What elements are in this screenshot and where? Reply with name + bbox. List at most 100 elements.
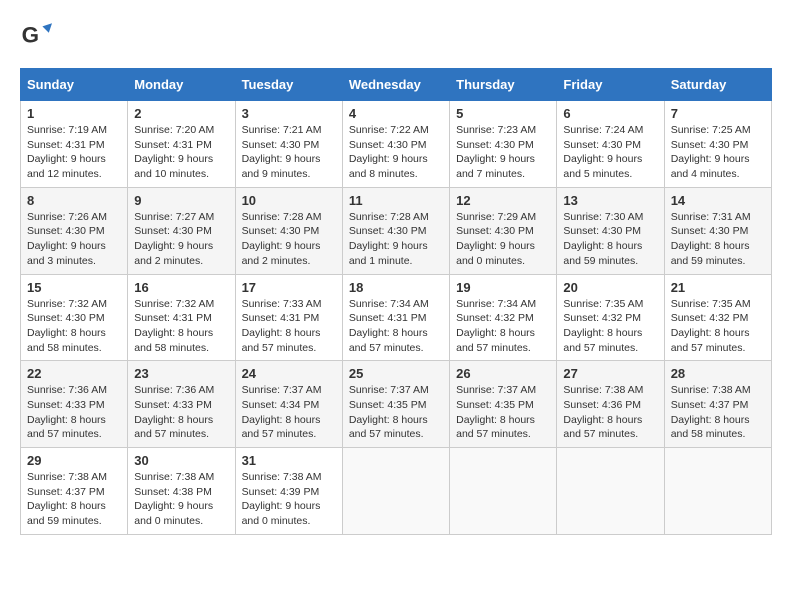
day-number: 9	[134, 193, 228, 208]
day-info: Sunrise: 7:30 AMSunset: 4:30 PMDaylight:…	[563, 211, 643, 267]
day-number: 26	[456, 366, 550, 381]
day-number: 20	[563, 280, 657, 295]
calendar-cell: 5 Sunrise: 7:23 AMSunset: 4:30 PMDayligh…	[450, 101, 557, 188]
day-number: 24	[242, 366, 336, 381]
day-number: 1	[27, 106, 121, 121]
day-number: 7	[671, 106, 765, 121]
day-info: Sunrise: 7:33 AMSunset: 4:31 PMDaylight:…	[242, 298, 322, 354]
day-number: 31	[242, 453, 336, 468]
day-info: Sunrise: 7:36 AMSunset: 4:33 PMDaylight:…	[27, 384, 107, 440]
calendar-cell: 4 Sunrise: 7:22 AMSunset: 4:30 PMDayligh…	[342, 101, 449, 188]
day-number: 17	[242, 280, 336, 295]
calendar: SundayMondayTuesdayWednesdayThursdayFrid…	[20, 68, 772, 535]
day-number: 14	[671, 193, 765, 208]
calendar-cell: 31 Sunrise: 7:38 AMSunset: 4:39 PMDaylig…	[235, 448, 342, 535]
calendar-cell: 17 Sunrise: 7:33 AMSunset: 4:31 PMDaylig…	[235, 274, 342, 361]
header-monday: Monday	[128, 69, 235, 101]
day-number: 3	[242, 106, 336, 121]
day-info: Sunrise: 7:38 AMSunset: 4:38 PMDaylight:…	[134, 471, 214, 527]
day-info: Sunrise: 7:26 AMSunset: 4:30 PMDaylight:…	[27, 211, 107, 267]
calendar-cell: 8 Sunrise: 7:26 AMSunset: 4:30 PMDayligh…	[21, 187, 128, 274]
day-number: 23	[134, 366, 228, 381]
day-info: Sunrise: 7:32 AMSunset: 4:31 PMDaylight:…	[134, 298, 214, 354]
day-info: Sunrise: 7:34 AMSunset: 4:31 PMDaylight:…	[349, 298, 429, 354]
day-info: Sunrise: 7:22 AMSunset: 4:30 PMDaylight:…	[349, 124, 429, 180]
day-number: 29	[27, 453, 121, 468]
day-info: Sunrise: 7:35 AMSunset: 4:32 PMDaylight:…	[671, 298, 751, 354]
day-number: 8	[27, 193, 121, 208]
calendar-cell: 14 Sunrise: 7:31 AMSunset: 4:30 PMDaylig…	[664, 187, 771, 274]
day-info: Sunrise: 7:25 AMSunset: 4:30 PMDaylight:…	[671, 124, 751, 180]
calendar-cell: 25 Sunrise: 7:37 AMSunset: 4:35 PMDaylig…	[342, 361, 449, 448]
day-number: 12	[456, 193, 550, 208]
header-thursday: Thursday	[450, 69, 557, 101]
calendar-cell: 1 Sunrise: 7:19 AMSunset: 4:31 PMDayligh…	[21, 101, 128, 188]
day-number: 21	[671, 280, 765, 295]
day-info: Sunrise: 7:38 AMSunset: 4:36 PMDaylight:…	[563, 384, 643, 440]
header: G	[20, 20, 772, 52]
calendar-cell: 21 Sunrise: 7:35 AMSunset: 4:32 PMDaylig…	[664, 274, 771, 361]
day-info: Sunrise: 7:34 AMSunset: 4:32 PMDaylight:…	[456, 298, 536, 354]
day-number: 2	[134, 106, 228, 121]
day-number: 10	[242, 193, 336, 208]
calendar-cell: 2 Sunrise: 7:20 AMSunset: 4:31 PMDayligh…	[128, 101, 235, 188]
header-tuesday: Tuesday	[235, 69, 342, 101]
day-info: Sunrise: 7:35 AMSunset: 4:32 PMDaylight:…	[563, 298, 643, 354]
calendar-cell: 10 Sunrise: 7:28 AMSunset: 4:30 PMDaylig…	[235, 187, 342, 274]
day-number: 4	[349, 106, 443, 121]
day-info: Sunrise: 7:38 AMSunset: 4:37 PMDaylight:…	[671, 384, 751, 440]
day-info: Sunrise: 7:37 AMSunset: 4:34 PMDaylight:…	[242, 384, 322, 440]
calendar-cell: 20 Sunrise: 7:35 AMSunset: 4:32 PMDaylig…	[557, 274, 664, 361]
header-friday: Friday	[557, 69, 664, 101]
calendar-cell: 19 Sunrise: 7:34 AMSunset: 4:32 PMDaylig…	[450, 274, 557, 361]
calendar-cell: 16 Sunrise: 7:32 AMSunset: 4:31 PMDaylig…	[128, 274, 235, 361]
day-number: 22	[27, 366, 121, 381]
calendar-cell: 29 Sunrise: 7:38 AMSunset: 4:37 PMDaylig…	[21, 448, 128, 535]
calendar-cell: 6 Sunrise: 7:24 AMSunset: 4:30 PMDayligh…	[557, 101, 664, 188]
day-info: Sunrise: 7:28 AMSunset: 4:30 PMDaylight:…	[349, 211, 429, 267]
day-info: Sunrise: 7:23 AMSunset: 4:30 PMDaylight:…	[456, 124, 536, 180]
day-number: 5	[456, 106, 550, 121]
header-wednesday: Wednesday	[342, 69, 449, 101]
calendar-cell: 23 Sunrise: 7:36 AMSunset: 4:33 PMDaylig…	[128, 361, 235, 448]
day-info: Sunrise: 7:29 AMSunset: 4:30 PMDaylight:…	[456, 211, 536, 267]
calendar-cell: 12 Sunrise: 7:29 AMSunset: 4:30 PMDaylig…	[450, 187, 557, 274]
calendar-week-row: 1 Sunrise: 7:19 AMSunset: 4:31 PMDayligh…	[21, 101, 772, 188]
calendar-week-row: 29 Sunrise: 7:38 AMSunset: 4:37 PMDaylig…	[21, 448, 772, 535]
header-sunday: Sunday	[21, 69, 128, 101]
calendar-cell: 13 Sunrise: 7:30 AMSunset: 4:30 PMDaylig…	[557, 187, 664, 274]
svg-text:G: G	[22, 22, 39, 47]
calendar-cell	[450, 448, 557, 535]
day-info: Sunrise: 7:28 AMSunset: 4:30 PMDaylight:…	[242, 211, 322, 267]
calendar-header-row: SundayMondayTuesdayWednesdayThursdayFrid…	[21, 69, 772, 101]
day-info: Sunrise: 7:19 AMSunset: 4:31 PMDaylight:…	[27, 124, 107, 180]
day-number: 30	[134, 453, 228, 468]
logo: G	[20, 20, 56, 52]
calendar-cell: 9 Sunrise: 7:27 AMSunset: 4:30 PMDayligh…	[128, 187, 235, 274]
calendar-cell: 11 Sunrise: 7:28 AMSunset: 4:30 PMDaylig…	[342, 187, 449, 274]
calendar-week-row: 15 Sunrise: 7:32 AMSunset: 4:30 PMDaylig…	[21, 274, 772, 361]
day-info: Sunrise: 7:31 AMSunset: 4:30 PMDaylight:…	[671, 211, 751, 267]
day-info: Sunrise: 7:27 AMSunset: 4:30 PMDaylight:…	[134, 211, 214, 267]
calendar-week-row: 8 Sunrise: 7:26 AMSunset: 4:30 PMDayligh…	[21, 187, 772, 274]
day-info: Sunrise: 7:32 AMSunset: 4:30 PMDaylight:…	[27, 298, 107, 354]
day-info: Sunrise: 7:38 AMSunset: 4:37 PMDaylight:…	[27, 471, 107, 527]
day-number: 27	[563, 366, 657, 381]
calendar-cell: 26 Sunrise: 7:37 AMSunset: 4:35 PMDaylig…	[450, 361, 557, 448]
calendar-cell: 30 Sunrise: 7:38 AMSunset: 4:38 PMDaylig…	[128, 448, 235, 535]
calendar-cell: 24 Sunrise: 7:37 AMSunset: 4:34 PMDaylig…	[235, 361, 342, 448]
calendar-cell: 22 Sunrise: 7:36 AMSunset: 4:33 PMDaylig…	[21, 361, 128, 448]
calendar-cell: 7 Sunrise: 7:25 AMSunset: 4:30 PMDayligh…	[664, 101, 771, 188]
day-number: 25	[349, 366, 443, 381]
header-saturday: Saturday	[664, 69, 771, 101]
day-number: 13	[563, 193, 657, 208]
day-info: Sunrise: 7:36 AMSunset: 4:33 PMDaylight:…	[134, 384, 214, 440]
calendar-cell	[664, 448, 771, 535]
day-info: Sunrise: 7:38 AMSunset: 4:39 PMDaylight:…	[242, 471, 322, 527]
day-number: 15	[27, 280, 121, 295]
day-number: 19	[456, 280, 550, 295]
logo-icon: G	[20, 20, 52, 52]
calendar-cell: 18 Sunrise: 7:34 AMSunset: 4:31 PMDaylig…	[342, 274, 449, 361]
day-info: Sunrise: 7:20 AMSunset: 4:31 PMDaylight:…	[134, 124, 214, 180]
day-info: Sunrise: 7:24 AMSunset: 4:30 PMDaylight:…	[563, 124, 643, 180]
